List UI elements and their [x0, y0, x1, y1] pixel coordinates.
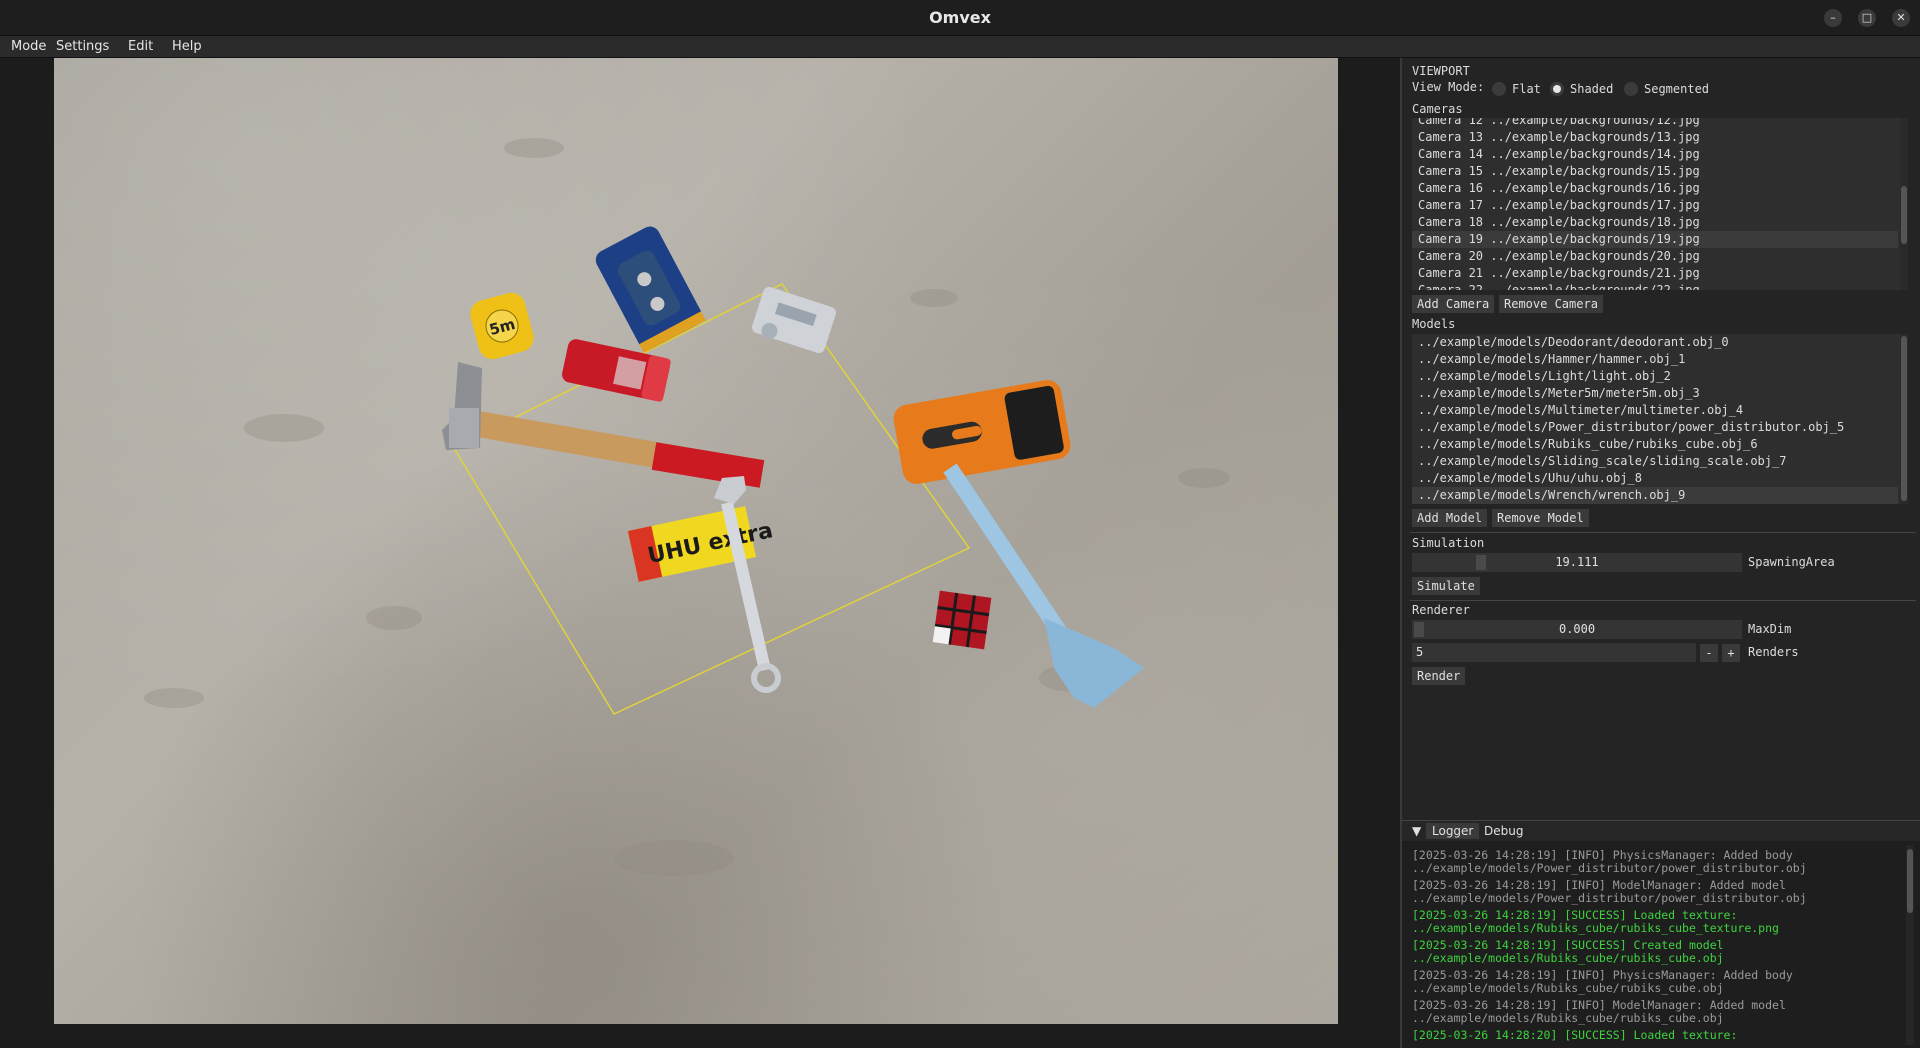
renders-increment-button[interactable]: +: [1722, 644, 1740, 662]
model-item-selected[interactable]: ../example/models/Wrench/wrench.obj_9: [1412, 487, 1898, 504]
power-distributor-model: [752, 286, 836, 354]
simulate-button[interactable]: Simulate: [1412, 577, 1480, 595]
logger-scrollbar[interactable]: [1906, 845, 1914, 1045]
menu-help[interactable]: Help: [172, 39, 202, 54]
log-line: [2025-03-26 14:28:19] [INFO] PhysicsMana…: [1412, 848, 1807, 875]
menu-mode[interactable]: Mode: [11, 39, 46, 54]
camera-item[interactable]: Camera 21 ../example/backgrounds/21.jpg: [1412, 265, 1898, 282]
camera-item[interactable]: Camera 18 ../example/backgrounds/18.jpg: [1412, 214, 1898, 231]
camera-item[interactable]: Camera 20 ../example/backgrounds/20.jpg: [1412, 248, 1898, 265]
renders-label: Renders: [1748, 645, 1799, 659]
model-list[interactable]: ../example/models/Deodorant/deodorant.ob…: [1412, 334, 1908, 504]
model-item[interactable]: ../example/models/Meter5m/meter5m.obj_3: [1412, 385, 1898, 402]
view-mode-shaded-label[interactable]: Shaded: [1570, 82, 1613, 96]
maximize-button[interactable]: □: [1858, 9, 1876, 27]
divider: [1410, 600, 1916, 601]
tab-logger[interactable]: Logger: [1426, 823, 1480, 839]
menu-settings[interactable]: Settings: [56, 39, 109, 54]
multimeter-model: [893, 380, 1071, 484]
models-label: Models: [1412, 317, 1456, 331]
add-model-button[interactable]: Add Model: [1412, 509, 1488, 527]
log-line: [2025-03-26 14:28:19] [INFO] PhysicsMana…: [1412, 968, 1793, 995]
simulation-label: Simulation: [1412, 536, 1485, 550]
model-list-scroll-thumb[interactable]: [1901, 336, 1907, 501]
minimize-button[interactable]: –: [1824, 9, 1842, 27]
renders-input[interactable]: 5: [1412, 643, 1696, 662]
renderer-label: Renderer: [1412, 603, 1470, 617]
settings-panel: VIEWPORT View Mode: Flat Shaded Segmente…: [1400, 58, 1920, 820]
title-bar: Omvex – □ ✕: [0, 0, 1920, 36]
view-mode-flat-radio[interactable]: [1492, 82, 1506, 96]
model-item[interactable]: ../example/models/Deodorant/deodorant.ob…: [1412, 334, 1898, 351]
camera-item-selected[interactable]: Camera 19 ../example/backgrounds/19.jpg: [1412, 231, 1898, 248]
collapse-arrow-icon[interactable]: ▼: [1406, 823, 1427, 839]
logger-panel: ▼ Logger Debug [2025-03-26 14:28:19] [IN…: [1400, 820, 1920, 1048]
model-item[interactable]: ../example/models/Power_distributor/powe…: [1412, 419, 1898, 436]
view-mode-flat-label[interactable]: Flat: [1512, 82, 1541, 96]
camera-item[interactable]: Camera 22 ../example/backgrounds/22.jpg: [1412, 282, 1898, 290]
spawning-area-label: SpawningArea: [1748, 555, 1835, 569]
log-line: [2025-03-26 14:28:20] [SUCCESS] Loaded t…: [1412, 1028, 1738, 1042]
log-line: [2025-03-26 14:28:19] [SUCCESS] Created …: [1412, 938, 1724, 965]
camera-item[interactable]: Camera 16 ../example/backgrounds/16.jpg: [1412, 180, 1898, 197]
uhu-model: UHU extra: [627, 506, 775, 582]
logger-tab-bar: ▼ Logger Debug: [1402, 821, 1920, 841]
camera-item[interactable]: Camera 15 ../example/backgrounds/15.jpg: [1412, 163, 1898, 180]
camera-list[interactable]: Camera 12 ../example/backgrounds/12.jpg …: [1412, 118, 1908, 290]
logger-scroll-thumb[interactable]: [1907, 849, 1913, 913]
window-title: Omvex: [929, 8, 991, 27]
scene-drawing: 5m UHU extra: [144, 138, 1230, 876]
light-model: [595, 226, 706, 353]
rubiks-cube-model: [932, 590, 992, 650]
remove-model-button[interactable]: Remove Model: [1492, 509, 1589, 527]
maxdim-slider[interactable]: 0.000: [1412, 620, 1742, 639]
model-item[interactable]: ../example/models/Light/light.obj_2: [1412, 368, 1898, 385]
view-mode-label: View Mode:: [1412, 80, 1485, 94]
menu-edit[interactable]: Edit: [128, 39, 153, 54]
maxdim-value: 0.000: [1558, 622, 1596, 636]
remove-camera-button[interactable]: Remove Camera: [1499, 295, 1603, 313]
tab-debug[interactable]: Debug: [1478, 823, 1529, 839]
model-item[interactable]: ../example/models/Uhu/uhu.obj_8: [1412, 470, 1898, 487]
render-button[interactable]: Render: [1412, 667, 1466, 685]
camera-item[interactable]: Camera 13 ../example/backgrounds/13.jpg: [1412, 129, 1898, 146]
camera-item[interactable]: Camera 14 ../example/backgrounds/14.jpg: [1412, 146, 1898, 163]
wrench-model: [714, 476, 781, 693]
log-line: [2025-03-26 14:28:19] [SUCCESS] Loaded t…: [1412, 908, 1779, 935]
menu-bar: Mode Settings Edit Help: [0, 36, 1920, 58]
camera-item[interactable]: Camera 17 ../example/backgrounds/17.jpg: [1412, 197, 1898, 214]
viewport-scene[interactable]: 5m UHU extra: [54, 58, 1338, 1024]
maxdim-label: MaxDim: [1748, 622, 1792, 636]
model-list-scrollbar[interactable]: [1900, 334, 1908, 504]
model-item[interactable]: ../example/models/Sliding_scale/sliding_…: [1412, 453, 1898, 470]
viewport-header: VIEWPORT: [1412, 64, 1470, 78]
log-line: [2025-03-26 14:28:19] [INFO] ModelManage…: [1412, 878, 1807, 905]
renders-decrement-button[interactable]: -: [1700, 644, 1718, 662]
divider: [1410, 532, 1916, 533]
model-item[interactable]: ../example/models/Rubiks_cube/rubiks_cub…: [1412, 436, 1898, 453]
cameras-label: Cameras: [1412, 102, 1463, 116]
floor-texture: [144, 138, 1230, 876]
view-mode-segmented-label[interactable]: Segmented: [1644, 82, 1709, 96]
model-item[interactable]: ../example/models/Multimeter/multimeter.…: [1412, 402, 1898, 419]
model-item[interactable]: ../example/models/Hammer/hammer.obj_1: [1412, 351, 1898, 368]
spawning-area-outline: [452, 283, 971, 715]
spawning-area-value: 19.111: [1555, 555, 1599, 569]
camera-list-scrollbar[interactable]: [1900, 118, 1908, 290]
tape-measure-model: 5m: [470, 292, 534, 360]
spawning-area-slider[interactable]: 19.111: [1412, 553, 1742, 572]
view-mode-segmented-radio[interactable]: [1624, 82, 1638, 96]
camera-list-scroll-thumb[interactable]: [1901, 186, 1907, 244]
view-mode-shaded-radio[interactable]: [1550, 82, 1564, 96]
camera-item[interactable]: Camera 12 ../example/backgrounds/12.jpg: [1412, 118, 1898, 129]
close-button[interactable]: ✕: [1892, 9, 1910, 27]
log-line: [2025-03-26 14:28:19] [INFO] ModelManage…: [1412, 998, 1786, 1025]
add-camera-button[interactable]: Add Camera: [1412, 295, 1495, 313]
